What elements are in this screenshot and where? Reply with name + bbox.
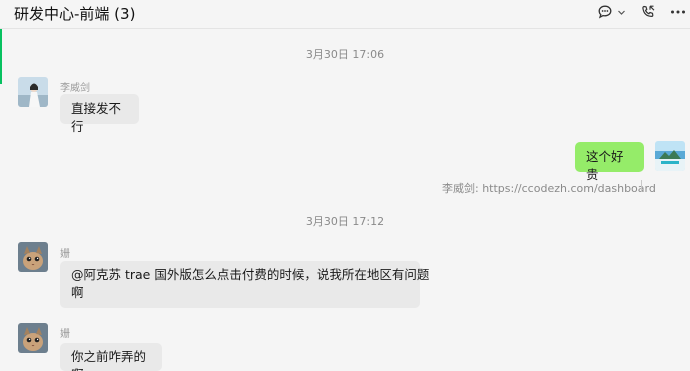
- more-options-button[interactable]: [668, 1, 688, 23]
- phone-icon: [642, 5, 655, 17]
- avatar[interactable]: [18, 77, 48, 107]
- message-text: 你之前咋弄的啊: [71, 349, 147, 371]
- avatar[interactable]: [18, 242, 48, 272]
- message-bubble[interactable]: 直接发不行: [60, 94, 139, 134]
- message-bubble[interactable]: @阿克苏 trae 国外版怎么点击付费的时候，说我所在地区有问题 啊: [60, 261, 430, 308]
- more-icon: [671, 10, 685, 14]
- chevron-down-icon: [617, 10, 625, 15]
- quoted-message[interactable]: 李威剑: https://ccodezh.com/dashboard: [442, 180, 656, 196]
- chat-title[interactable]: 研发中心-前端 (3): [14, 3, 135, 24]
- message-bubble[interactable]: 你之前咋弄的啊: [60, 343, 162, 371]
- quote-divider: [641, 180, 642, 192]
- message-bubble-outgoing[interactable]: 这个好贵: [575, 142, 644, 182]
- chat-menu-button[interactable]: [595, 1, 627, 23]
- sender-name: 李威剑: [60, 83, 90, 94]
- sender-name: 姗: [60, 329, 70, 340]
- message-timestamp: 3月30日 17:06: [305, 48, 385, 61]
- message-text: 这个好贵: [586, 149, 624, 182]
- message-text: @阿克苏 trae 国外版怎么点击付费的时候，说我所在地区有问题: [71, 267, 430, 282]
- message-text: 直接发不行: [71, 101, 122, 134]
- chat-header: 研发中心-前端 (3): [0, 0, 690, 29]
- sender-name: 姗: [60, 249, 70, 260]
- voice-call-button[interactable]: [636, 1, 660, 23]
- avatar-self[interactable]: [655, 141, 685, 171]
- message-text: 啊: [71, 285, 84, 300]
- avatar[interactable]: [18, 323, 48, 353]
- message-timestamp: 3月30日 17:12: [305, 215, 385, 228]
- chat-bubble-icon: [598, 5, 611, 19]
